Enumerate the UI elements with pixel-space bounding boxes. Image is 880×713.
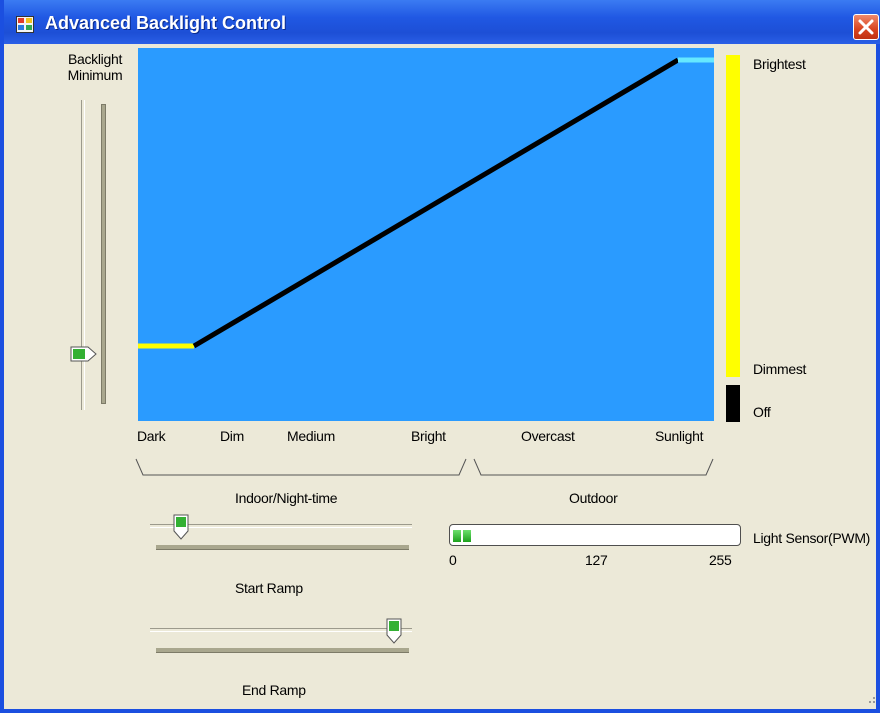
dimmest-label: Dimmest [753, 361, 807, 377]
title-bar[interactable]: Advanced Backlight Control [4, 0, 880, 44]
brightness-off-bar [726, 385, 740, 422]
brightness-curve-plot[interactable] [138, 48, 714, 421]
sensor-tick-min: 0 [449, 552, 457, 568]
start-ramp-bar [156, 545, 409, 550]
window-title: Advanced Backlight Control [45, 13, 287, 33]
brightest-label: Brightest [753, 56, 806, 72]
light-sensor-fill [453, 529, 473, 542]
group-brackets [135, 458, 714, 476]
level-dim: Dim [220, 428, 244, 444]
app-window-icon [16, 16, 34, 33]
level-overcast: Overcast [521, 428, 575, 444]
backlight-minimum-track[interactable] [81, 100, 85, 410]
end-ramp-bar [156, 648, 409, 653]
backlight-label-line2: Minimum [67, 67, 123, 83]
backlight-minimum-bar [101, 104, 106, 404]
indoor-group-label: Indoor/Night-time [235, 490, 338, 506]
close-button[interactable] [853, 14, 879, 40]
sensor-fill-block [463, 530, 471, 542]
brightness-curve-svg [138, 57, 714, 349]
level-dark: Dark [137, 428, 166, 444]
sensor-fill-block [453, 530, 461, 542]
end-ramp-track[interactable] [150, 628, 412, 632]
level-sunlight: Sunlight [655, 428, 704, 444]
light-sensor-label: Light Sensor(PWM) [753, 530, 871, 546]
end-ramp-thumb[interactable] [386, 618, 402, 644]
start-ramp-label: Start Ramp [235, 580, 303, 596]
light-sensor-progress [449, 524, 741, 546]
sensor-tick-mid: 127 [585, 552, 608, 568]
backlight-window: Advanced Backlight Control Backlight Min… [0, 0, 880, 713]
sensor-tick-max: 255 [709, 552, 732, 568]
close-icon [858, 19, 874, 35]
level-bright: Bright [411, 428, 446, 444]
backlight-minimum-thumb[interactable] [70, 346, 98, 362]
brightness-level-bar [726, 55, 740, 377]
end-ramp-label: End Ramp [242, 682, 306, 698]
curve-ramp-line [192, 57, 680, 349]
start-ramp-thumb[interactable] [173, 514, 189, 540]
level-medium: Medium [287, 428, 335, 444]
off-label: Off [753, 404, 771, 420]
backlight-label-line1: Backlight [67, 51, 123, 67]
resize-grip-icon[interactable] [864, 692, 876, 704]
backlight-minimum-label: Backlight Minimum [63, 51, 127, 83]
outdoor-group-label: Outdoor [569, 490, 618, 506]
